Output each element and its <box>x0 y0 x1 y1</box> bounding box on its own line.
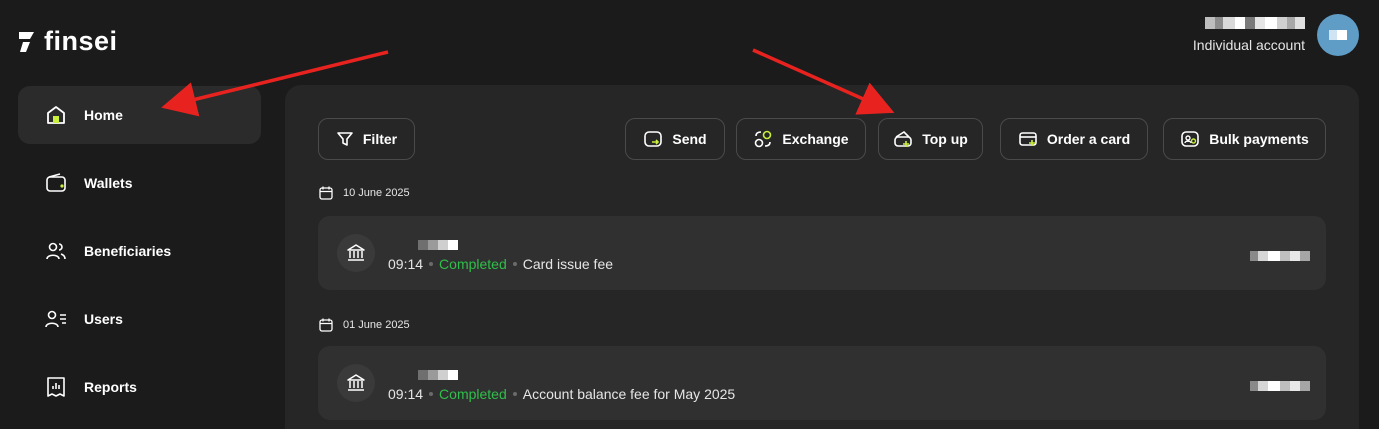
sidebar-item-label: Users <box>84 311 123 327</box>
wallet-icon <box>44 171 68 195</box>
send-button[interactable]: Send <box>625 118 725 160</box>
bank-icon <box>337 364 375 402</box>
date-header: 01 June 2025 <box>319 318 410 332</box>
transaction-name-redacted <box>418 370 458 380</box>
users-icon <box>44 239 68 263</box>
transaction-time: 09:14 <box>388 386 424 402</box>
separator-dot <box>512 262 517 266</box>
date-header: 10 June 2025 <box>319 186 410 200</box>
sidebar-item-wallets[interactable]: Wallets <box>18 154 261 212</box>
transaction-time: 09:14 <box>388 256 424 272</box>
user-list-icon <box>44 307 68 331</box>
sidebar-item-label: Beneficiaries <box>84 243 172 259</box>
status-badge: Completed <box>439 386 507 402</box>
top-up-button[interactable]: Top up <box>878 118 983 160</box>
send-icon <box>644 131 663 147</box>
sidebar-item-label: Home <box>84 107 123 123</box>
sidebar: Home Wallets Beneficiaries Users Reports <box>18 86 261 426</box>
account-name-redacted <box>1193 17 1305 29</box>
filter-button[interactable]: Filter <box>318 118 415 160</box>
transaction-row[interactable]: 09:14 Completed Account balance fee for … <box>318 346 1326 420</box>
account-menu[interactable]: Individual account <box>1193 14 1359 56</box>
account-type: Individual account <box>1192 37 1305 53</box>
bulk-payments-icon <box>1181 131 1200 147</box>
filter-icon <box>337 132 353 146</box>
transaction-amount-redacted <box>1250 251 1310 261</box>
separator-dot <box>512 392 517 396</box>
calendar-icon <box>319 186 333 200</box>
order-card-button[interactable]: Order a card <box>1000 118 1148 160</box>
bulk-payments-button[interactable]: Bulk payments <box>1163 118 1326 160</box>
transaction-amount-redacted <box>1250 381 1310 391</box>
transaction-description: Card issue fee <box>522 256 614 272</box>
bank-icon <box>337 234 375 272</box>
avatar[interactable] <box>1317 14 1359 56</box>
transaction-name-redacted <box>418 240 458 250</box>
home-icon <box>44 103 68 127</box>
transactions-panel: Filter Send Exchange Top up Order a card… <box>285 85 1359 429</box>
exchange-icon <box>755 130 772 148</box>
separator-dot <box>429 262 434 266</box>
brand-logo[interactable]: finsei <box>18 26 118 57</box>
brand-name: finsei <box>44 26 118 56</box>
card-icon <box>1019 132 1037 146</box>
sidebar-item-label: Reports <box>84 379 137 395</box>
transaction-row[interactable]: 09:14 Completed Card issue fee <box>318 216 1326 290</box>
separator-dot <box>429 392 434 396</box>
exchange-button[interactable]: Exchange <box>736 118 866 160</box>
sidebar-item-reports[interactable]: Reports <box>18 358 261 416</box>
logo-icon <box>19 31 34 52</box>
status-badge: Completed <box>439 256 507 272</box>
sidebar-item-home[interactable]: Home <box>18 86 261 144</box>
top-up-icon <box>894 130 912 147</box>
transaction-description: Account balance fee for May 2025 <box>522 386 736 402</box>
sidebar-item-beneficiaries[interactable]: Beneficiaries <box>18 222 261 280</box>
report-icon <box>44 375 68 399</box>
sidebar-item-label: Wallets <box>84 175 133 191</box>
sidebar-item-users[interactable]: Users <box>18 290 261 348</box>
calendar-icon <box>319 318 333 332</box>
